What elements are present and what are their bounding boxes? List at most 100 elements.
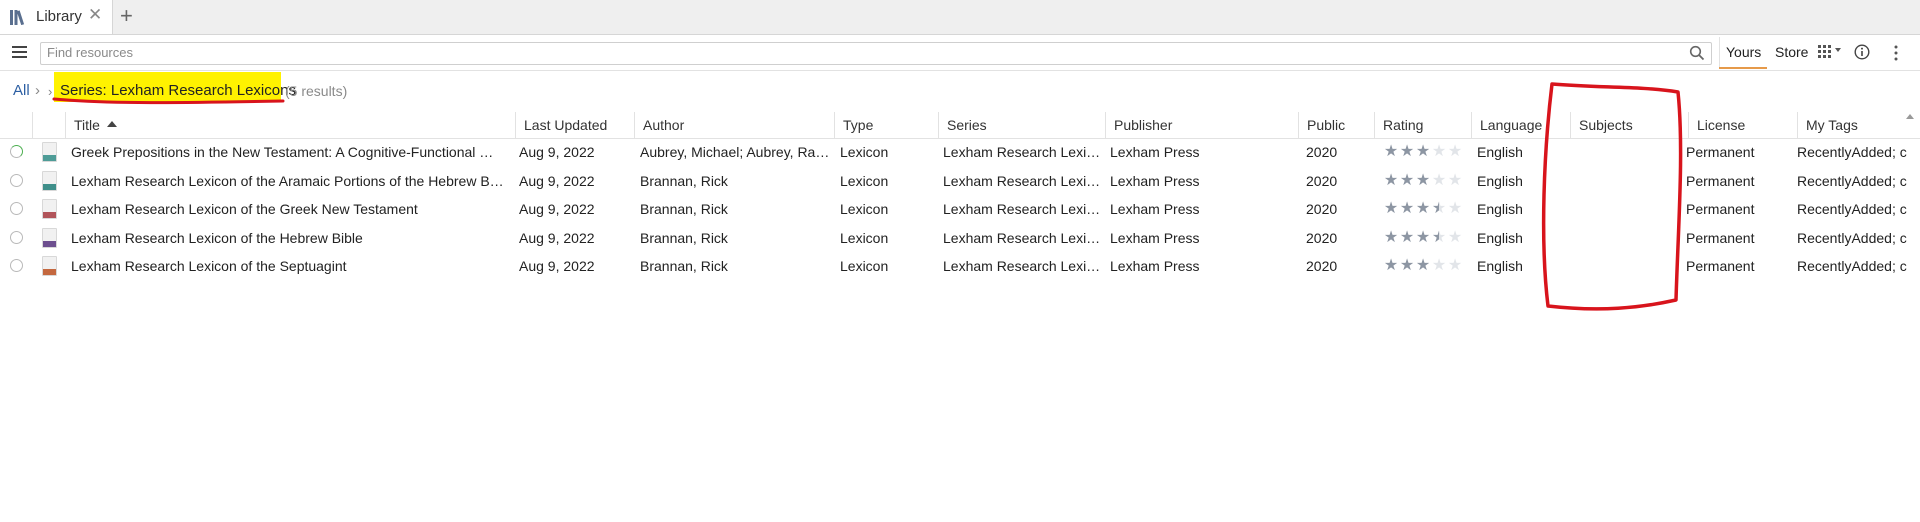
book-cover-icon bbox=[42, 227, 57, 248]
more-vertical-icon[interactable] bbox=[1893, 44, 1899, 62]
breadcrumb-all[interactable]: All bbox=[13, 82, 30, 99]
column-title[interactable]: Title bbox=[65, 112, 515, 138]
scroll-up-icon[interactable] bbox=[1906, 114, 1914, 119]
rating-stars[interactable]: ★ ★ ★ ★ ★ bbox=[1383, 138, 1463, 166]
column-my-tags[interactable]: My Tags bbox=[1797, 112, 1912, 138]
star-icon[interactable]: ★ bbox=[1431, 138, 1447, 166]
table-row[interactable]: Lexham Research Lexicon of the Hebrew Bi… bbox=[0, 224, 1920, 252]
star-icon[interactable]: ★ bbox=[1399, 252, 1415, 280]
close-tab-icon[interactable]: ✕ bbox=[88, 5, 102, 25]
rating-stars[interactable]: ★ ★ ★ ★ ★ bbox=[1383, 252, 1463, 280]
star-icon[interactable]: ★ bbox=[1447, 252, 1463, 280]
column-type[interactable]: Type bbox=[834, 112, 938, 138]
star-icon[interactable]: ★ bbox=[1399, 138, 1415, 166]
tab-library[interactable]: Library ✕ bbox=[0, 0, 113, 34]
star-icon[interactable]: ★ bbox=[1415, 252, 1431, 280]
star-icon[interactable]: ★ bbox=[1383, 252, 1399, 280]
star-icon[interactable]: ★ bbox=[1431, 195, 1447, 223]
cell-updated: Aug 9, 2022 bbox=[519, 258, 595, 274]
store-button[interactable]: Store bbox=[1775, 44, 1808, 60]
cell-type: Lexicon bbox=[840, 229, 889, 246]
cell-series: Lexham Research Lexi… bbox=[943, 258, 1101, 274]
sort-ascending-icon bbox=[106, 121, 117, 128]
star-icon[interactable]: ★ bbox=[1447, 195, 1463, 223]
star-icon[interactable]: ★ bbox=[1399, 167, 1415, 195]
cell-updated: Aug 9, 2022 bbox=[519, 229, 595, 246]
star-icon[interactable]: ★ bbox=[1415, 224, 1431, 252]
cell-license: Permanent bbox=[1686, 172, 1755, 189]
star-icon[interactable]: ★ bbox=[1447, 138, 1463, 166]
breadcrumb-separator: › bbox=[35, 82, 40, 99]
rating-stars[interactable]: ★ ★ ★ ★ ★ bbox=[1383, 224, 1463, 252]
column-subjects[interactable]: Subjects bbox=[1570, 112, 1688, 138]
star-icon[interactable]: ★ bbox=[1399, 195, 1415, 223]
star-icon[interactable]: ★ bbox=[1447, 224, 1463, 252]
column-rating[interactable]: Rating bbox=[1374, 112, 1471, 138]
star-icon[interactable]: ★ bbox=[1383, 138, 1399, 166]
cell-updated: Aug 9, 2022 bbox=[519, 172, 595, 189]
cell-publisher: Lexham Press bbox=[1110, 144, 1200, 160]
cell-type: Lexicon bbox=[840, 201, 889, 217]
cell-tags: RecentlyAdded; c bbox=[1797, 201, 1907, 217]
column-public[interactable]: Public bbox=[1298, 112, 1374, 138]
hamburger-menu-icon[interactable] bbox=[12, 46, 27, 58]
column-title-label: Title bbox=[74, 117, 100, 133]
cell-tags: RecentlyAdded; c bbox=[1797, 258, 1907, 274]
cell-license: Permanent bbox=[1686, 144, 1755, 160]
star-icon[interactable]: ★ bbox=[1383, 167, 1399, 195]
star-icon[interactable]: ★ bbox=[1431, 252, 1447, 280]
info-icon[interactable] bbox=[1854, 44, 1870, 60]
rating-stars[interactable]: ★ ★ ★ ★ ★ bbox=[1383, 195, 1463, 223]
cell-author: Brannan, Rick bbox=[640, 258, 728, 274]
star-icon[interactable]: ★ bbox=[1415, 138, 1431, 166]
column-license[interactable]: License bbox=[1688, 112, 1797, 138]
rating-stars[interactable]: ★ ★ ★ ★ ★ bbox=[1383, 167, 1463, 195]
star-icon[interactable]: ★ bbox=[1383, 195, 1399, 223]
cell-type: Lexicon bbox=[840, 172, 889, 189]
breadcrumb-separator-2: › bbox=[48, 84, 53, 99]
star-icon[interactable]: ★ bbox=[1447, 167, 1463, 195]
cell-license: Permanent bbox=[1686, 258, 1755, 274]
cell-public: 2020 bbox=[1306, 172, 1338, 189]
download-status-icon[interactable] bbox=[10, 173, 23, 187]
search-input[interactable] bbox=[41, 43, 1667, 62]
view-options-icon[interactable] bbox=[1818, 44, 1844, 60]
star-icon[interactable]: ★ bbox=[1383, 224, 1399, 252]
column-language[interactable]: Language bbox=[1471, 112, 1570, 138]
star-icon[interactable]: ★ bbox=[1431, 224, 1447, 252]
table-row[interactable]: Lexham Research Lexicon of the Aramaic P… bbox=[0, 167, 1920, 195]
column-series[interactable]: Series bbox=[938, 112, 1105, 138]
cell-updated: Aug 9, 2022 bbox=[519, 201, 595, 217]
star-icon[interactable]: ★ bbox=[1399, 224, 1415, 252]
cell-publisher: Lexham Press bbox=[1110, 172, 1200, 189]
cell-language: English bbox=[1477, 201, 1523, 217]
download-status-icon[interactable] bbox=[10, 259, 23, 272]
book-cover-icon bbox=[42, 142, 57, 162]
breadcrumb-series[interactable]: Series: Lexham Research Lexicons bbox=[60, 82, 296, 99]
cell-series: Lexham Research Lexi… bbox=[943, 201, 1101, 217]
tab-label: Library bbox=[36, 8, 82, 25]
cell-type: Lexicon bbox=[840, 258, 889, 274]
cell-public: 2020 bbox=[1306, 201, 1338, 217]
cell-series: Lexham Research Lexi… bbox=[943, 229, 1101, 246]
new-tab-button[interactable]: + bbox=[120, 3, 133, 29]
star-icon[interactable]: ★ bbox=[1431, 167, 1447, 195]
book-cover-icon bbox=[42, 199, 57, 219]
download-status-icon[interactable] bbox=[10, 230, 23, 244]
star-icon[interactable]: ★ bbox=[1415, 167, 1431, 195]
column-last-updated[interactable]: Last Updated bbox=[515, 112, 634, 138]
table-row[interactable]: Greek Prepositions in the New Testament:… bbox=[0, 138, 1920, 166]
column-author[interactable]: Author bbox=[634, 112, 834, 138]
column-publisher[interactable]: Publisher bbox=[1105, 112, 1298, 138]
cell-series: Lexham Research Lexi… bbox=[943, 172, 1101, 189]
breadcrumb: All › › Series: Lexham Research Lexicons… bbox=[0, 72, 1920, 102]
table-row[interactable]: Lexham Research Lexicon of the Septuagin… bbox=[0, 252, 1920, 280]
cell-author: Brannan, Rick bbox=[640, 172, 728, 189]
download-status-icon[interactable] bbox=[10, 202, 23, 215]
table-row[interactable]: Lexham Research Lexicon of the Greek New… bbox=[0, 195, 1920, 223]
star-icon[interactable]: ★ bbox=[1415, 195, 1431, 223]
search-icon[interactable] bbox=[1689, 45, 1705, 61]
yours-button[interactable]: Yours bbox=[1726, 44, 1761, 60]
cell-series: Lexham Research Lexi… bbox=[943, 144, 1101, 160]
download-status-icon[interactable] bbox=[10, 145, 23, 158]
